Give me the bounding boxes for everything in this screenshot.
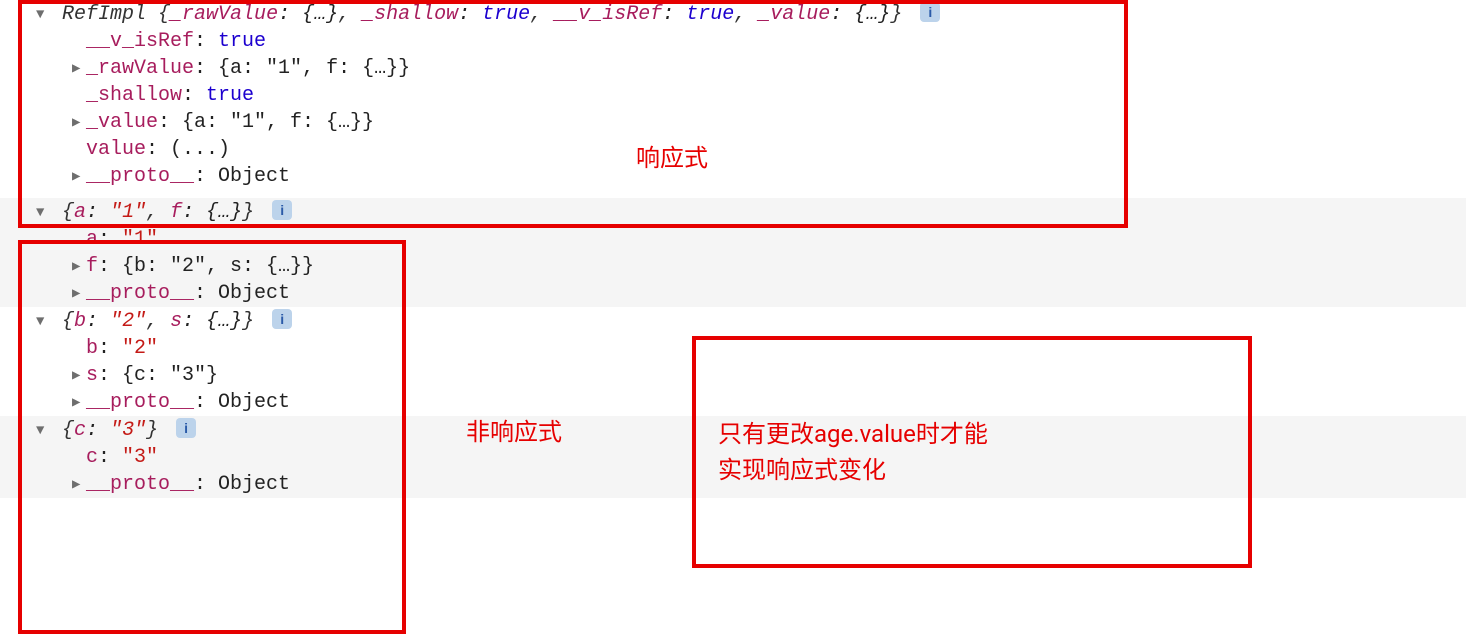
disclosure-right-icon[interactable]: ▶: [72, 394, 86, 411]
property-key: s: [86, 364, 98, 387]
property-value: "1": [122, 228, 158, 251]
property-value: "2": [122, 337, 158, 360]
property-value: true: [218, 30, 266, 53]
property-value: Object: [218, 165, 290, 188]
obj1-type: RefImpl {: [62, 3, 170, 26]
property-row[interactable]: value: (...): [0, 136, 1466, 163]
property-key: __v_isRef: [86, 30, 194, 53]
disclosure-right-icon[interactable]: ▶: [72, 114, 86, 131]
property-value: true: [206, 84, 254, 107]
obj1-header[interactable]: ▼ RefImpl {_rawValue: {…}, _shallow: tru…: [0, 0, 1466, 28]
disclosure-down-icon[interactable]: ▼: [36, 423, 50, 439]
property-key: __proto__: [86, 473, 194, 496]
obj3-header[interactable]: ▼ {b: "2", s: {…}} i: [0, 307, 1466, 335]
info-icon[interactable]: i: [272, 200, 292, 220]
property-key: c: [86, 446, 98, 469]
info-icon[interactable]: i: [272, 309, 292, 329]
property-row[interactable]: ▶__proto__: Object: [0, 163, 1466, 190]
property-row[interactable]: __v_isRef: true: [0, 28, 1466, 55]
disclosure-right-icon[interactable]: ▶: [72, 285, 86, 302]
property-value: (...): [170, 138, 230, 161]
property-key: b: [86, 337, 98, 360]
disclosure-right-icon[interactable]: ▶: [72, 476, 86, 493]
property-key: value: [86, 138, 146, 161]
property-row[interactable]: b: "2": [0, 335, 1466, 362]
property-key: __proto__: [86, 391, 194, 414]
annotation-reactive: 响应式: [636, 140, 708, 176]
property-row[interactable]: ▶s: {c: "3"}: [0, 362, 1466, 389]
property-key: __proto__: [86, 282, 194, 305]
property-row[interactable]: a: "1": [0, 226, 1466, 253]
info-icon[interactable]: i: [176, 418, 196, 438]
info-icon[interactable]: i: [920, 2, 940, 22]
property-value: {c: "3"}: [122, 364, 218, 387]
property-value: Object: [218, 391, 290, 414]
property-key: __proto__: [86, 165, 194, 188]
property-row[interactable]: ▶__proto__: Object: [0, 280, 1466, 307]
property-key: _shallow: [86, 84, 182, 107]
disclosure-down-icon[interactable]: ▼: [36, 7, 50, 23]
property-row[interactable]: ▶__proto__: Object: [0, 389, 1466, 416]
property-value: Object: [218, 282, 290, 305]
property-value: {b: "2", s: {…}}: [122, 255, 314, 278]
annotation-boxnote: 只有更改age.value时才能 实现响应式变化: [718, 416, 1238, 488]
property-key: _rawValue: [86, 57, 194, 80]
property-value: {a: "1", f: {…}}: [218, 57, 410, 80]
property-key: _value: [86, 111, 158, 134]
disclosure-down-icon[interactable]: ▼: [36, 314, 50, 330]
disclosure-right-icon[interactable]: ▶: [72, 168, 86, 185]
property-row[interactable]: ▶_rawValue: {a: "1", f: {…}}: [0, 55, 1466, 82]
annotation-nonreactive: 非响应式: [466, 414, 562, 450]
disclosure-down-icon[interactable]: ▼: [36, 205, 50, 221]
property-row[interactable]: _shallow: true: [0, 82, 1466, 109]
property-key: a: [86, 228, 98, 251]
disclosure-right-icon[interactable]: ▶: [72, 258, 86, 275]
property-key: f: [86, 255, 98, 278]
obj2-header[interactable]: ▼ {a: "1", f: {…}} i: [0, 198, 1466, 226]
property-row[interactable]: ▶_value: {a: "1", f: {…}}: [0, 109, 1466, 136]
disclosure-right-icon[interactable]: ▶: [72, 367, 86, 384]
disclosure-right-icon[interactable]: ▶: [72, 60, 86, 77]
property-value: {a: "1", f: {…}}: [182, 111, 374, 134]
property-value: Object: [218, 473, 290, 496]
property-row[interactable]: ▶f: {b: "2", s: {…}}: [0, 253, 1466, 280]
property-value: "3": [122, 446, 158, 469]
